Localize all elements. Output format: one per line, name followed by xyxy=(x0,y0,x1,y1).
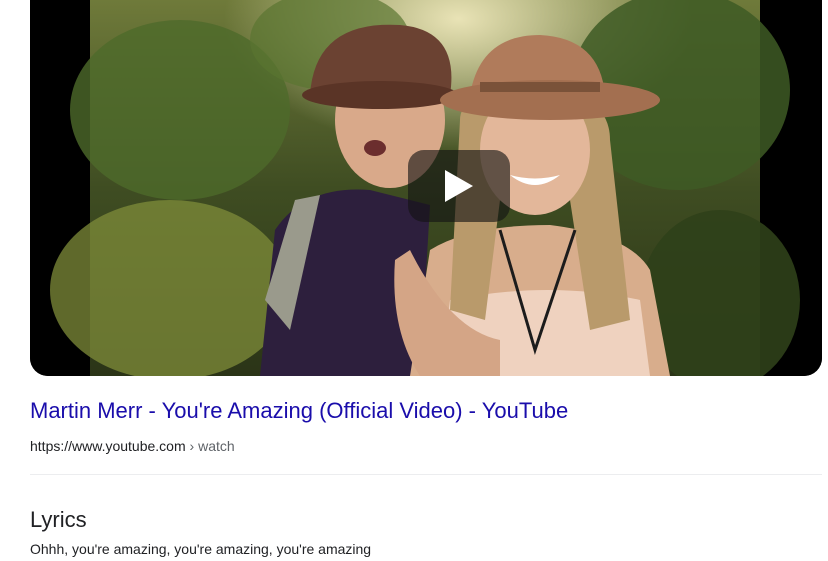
result-title-link[interactable]: Martin Merr - You're Amazing (Official V… xyxy=(30,398,568,424)
lyrics-line: Ohhh, you're amazing, you're amazing, yo… xyxy=(30,541,372,557)
play-icon xyxy=(445,170,473,202)
result-url[interactable]: https://www.youtube.com › watch xyxy=(30,438,235,454)
section-divider xyxy=(30,474,822,475)
lyrics-heading: Lyrics xyxy=(30,507,87,532)
url-host: https://www.youtube.com xyxy=(30,438,186,454)
url-separator: › xyxy=(185,438,199,454)
video-thumbnail[interactable] xyxy=(30,0,822,376)
play-button[interactable] xyxy=(408,150,510,222)
url-path: watch xyxy=(198,438,235,454)
search-result-page: Martin Merr - You're Amazing (Official V… xyxy=(0,0,828,561)
